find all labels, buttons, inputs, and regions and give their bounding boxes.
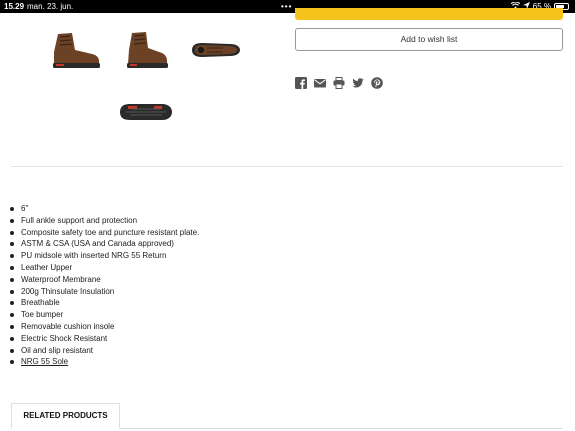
feature-item: Removable cushion insole xyxy=(9,321,199,333)
facebook-icon[interactable] xyxy=(295,77,307,89)
feature-item: Leather Upper xyxy=(9,262,199,274)
feature-item: Oil and slip resistant xyxy=(9,345,199,357)
tab-related-products[interactable]: RELATED PRODUCTS xyxy=(11,403,120,429)
twitter-icon[interactable] xyxy=(352,77,364,89)
add-to-cart-button[interactable] xyxy=(295,8,563,20)
add-to-wish-list-button[interactable]: Add to wish list xyxy=(295,28,563,51)
feature-item: Breathable xyxy=(9,297,199,309)
section-divider xyxy=(11,166,563,167)
feature-item: Full ankle support and protection xyxy=(9,215,199,227)
boot-side-view-thumbnail[interactable] xyxy=(48,30,103,72)
feature-item: PU midsole with inserted NRG 55 Return xyxy=(9,250,199,262)
feature-item: Waterproof Membrane xyxy=(9,274,199,286)
feature-item: ASTM & CSA (USA and Canada approved) xyxy=(9,238,199,250)
email-icon[interactable] xyxy=(314,77,326,89)
boot-sole-view-thumbnail[interactable] xyxy=(118,100,174,124)
product-features-list: 6" Full ankle support and protection Com… xyxy=(9,203,200,368)
feature-item: Toe bumper xyxy=(9,309,199,321)
status-time: 15.29 xyxy=(4,2,25,11)
share-icons xyxy=(295,77,383,89)
boot-angled-view-thumbnail[interactable] xyxy=(124,30,170,72)
feature-item-link: NRG 55 Sole xyxy=(9,356,199,368)
pinterest-icon[interactable] xyxy=(371,77,383,89)
nrg-55-sole-link[interactable]: NRG 55 Sole xyxy=(21,357,68,366)
feature-item: Composite safety toe and puncture resist… xyxy=(9,227,200,237)
feature-item: 6" xyxy=(9,203,199,215)
boot-top-view-icon xyxy=(192,43,240,57)
boot-top-view-thumbnail[interactable] xyxy=(190,40,242,60)
feature-item: Electric Shock Resistant xyxy=(9,333,199,345)
boot-angled-view-icon xyxy=(127,32,168,68)
boot-sole-view-icon xyxy=(120,104,172,120)
multitask-dots[interactable]: ••• xyxy=(281,0,292,13)
print-icon[interactable] xyxy=(333,77,345,89)
feature-item: 200g Thinsulate Insulation xyxy=(9,286,199,298)
status-date: man. 23. jun. xyxy=(27,2,74,11)
boot-side-view-icon xyxy=(53,33,100,68)
